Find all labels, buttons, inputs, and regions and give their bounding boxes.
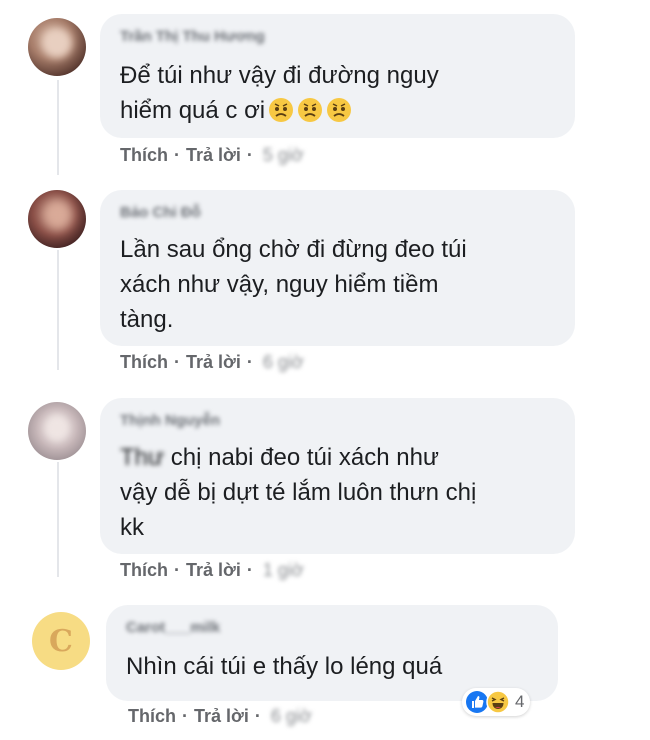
thread-line	[57, 80, 59, 175]
separator: ·	[182, 706, 188, 726]
reaction-summary[interactable]: 4	[462, 688, 531, 716]
comment-bubble: Thịnh Nguyễn Thư chị nabi đeo túi xách n…	[100, 398, 575, 554]
comment-text: Nhìn cái túi e thấy lo léng quá	[126, 653, 443, 680]
thread-line	[57, 250, 59, 370]
comment-author[interactable]: Carot___milk	[126, 619, 220, 636]
comment-timestamp[interactable]: 6 giờ	[271, 706, 312, 727]
comment-actions: Thích · Trả lời · 6 giờ	[120, 352, 304, 373]
mention-tag[interactable]: Thư	[120, 444, 164, 471]
comment-text: Để túi như vậy đi đường nguy hiểm quá c …	[120, 58, 439, 128]
avatar[interactable]	[28, 18, 86, 76]
comment-bubble: Bảo Chi Đỗ Lần sau ổng chờ đi đừng đeo t…	[100, 190, 575, 346]
comment-timestamp[interactable]: 1 giờ	[263, 560, 304, 581]
crying-face-emoji-icon	[327, 98, 352, 122]
like-link[interactable]: Thích	[120, 145, 168, 166]
comment-actions: Thích · Trả lời · 1 giờ	[120, 560, 304, 581]
comment-actions: Thích · Trả lời · 6 giờ	[128, 706, 312, 727]
separator: ·	[246, 145, 253, 165]
reply-link[interactable]: Trả lời	[194, 706, 249, 727]
separator: ·	[246, 560, 253, 580]
reaction-count: 4	[515, 692, 525, 711]
like-link[interactable]: Thích	[120, 352, 168, 373]
comment-actions: Thích · Trả lời · 5 giờ	[120, 145, 304, 166]
avatar-letter: C	[49, 623, 73, 659]
comment-author[interactable]: Thịnh Nguyễn	[120, 412, 220, 429]
separator: ·	[246, 352, 253, 372]
separator: ·	[254, 706, 261, 726]
comment-text: Lần sau ổng chờ đi đừng đeo túi xách như…	[120, 236, 467, 333]
thread-line	[57, 462, 59, 577]
separator: ·	[174, 560, 180, 580]
comment-author[interactable]: Bảo Chi Đỗ	[120, 204, 201, 221]
comment-text-content: chị nabi đeo túi xách như vậy dễ bị dựt …	[120, 444, 477, 541]
comment-bubble: Carot___milk Nhìn cái túi e thấy lo léng…	[106, 605, 558, 701]
avatar[interactable]	[28, 402, 86, 460]
avatar[interactable]	[28, 190, 86, 248]
comment-author[interactable]: Trần Thị Thu Hương	[120, 28, 265, 45]
comment-timestamp[interactable]: 5 giờ	[263, 145, 304, 166]
separator: ·	[174, 352, 180, 372]
comment-timestamp[interactable]: 6 giờ	[263, 352, 304, 373]
reply-link[interactable]: Trả lời	[186, 145, 241, 166]
crying-face-emoji-icon	[298, 98, 323, 122]
comment-bubble: Trần Thị Thu Hương Để túi như vậy đi đườ…	[100, 14, 575, 138]
reply-link[interactable]: Trả lời	[186, 560, 241, 581]
separator: ·	[174, 145, 180, 165]
like-link[interactable]: Thích	[120, 560, 168, 581]
comment-feed: Trần Thị Thu Hương Để túi như vậy đi đườ…	[0, 0, 650, 740]
like-link[interactable]: Thích	[128, 706, 176, 727]
avatar[interactable]: C	[32, 612, 90, 670]
comment-text: Thư chị nabi đeo túi xách như vậy dễ bị …	[120, 440, 476, 545]
crying-face-emoji-icon	[269, 98, 294, 122]
haha-reaction-icon	[486, 690, 510, 714]
reply-link[interactable]: Trả lời	[186, 352, 241, 373]
